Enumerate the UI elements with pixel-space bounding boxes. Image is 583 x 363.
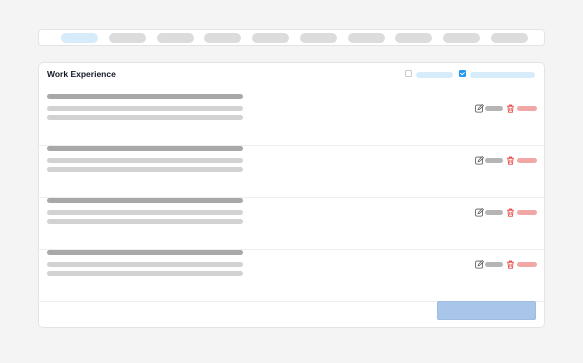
entry-detail-placeholder — [47, 158, 243, 163]
header-checkbox-checked[interactable] — [459, 70, 466, 77]
tab-6[interactable] — [300, 33, 337, 43]
trash-icon[interactable] — [506, 156, 515, 165]
entry-detail-placeholder — [47, 262, 243, 267]
save-button[interactable] — [437, 301, 536, 320]
header-checkbox-unchecked[interactable] — [405, 70, 412, 77]
edit-label-placeholder[interactable] — [485, 158, 503, 163]
tab-3[interactable] — [157, 33, 194, 43]
delete-label-placeholder[interactable] — [517, 210, 537, 215]
tab-2[interactable] — [109, 33, 146, 43]
delete-label-placeholder[interactable] — [517, 158, 537, 163]
edit-icon[interactable] — [475, 208, 484, 217]
entry-detail-placeholder — [47, 271, 243, 276]
entry-detail-placeholder — [47, 219, 243, 224]
entry-detail-placeholder — [47, 167, 243, 172]
tab-8[interactable] — [395, 33, 432, 43]
header-option-label — [416, 72, 453, 78]
work-experience-card: Work Experience — [38, 62, 545, 328]
experience-row — [39, 198, 544, 250]
entry-detail-placeholder — [47, 210, 243, 215]
trash-icon[interactable] — [506, 104, 515, 113]
edit-label-placeholder[interactable] — [485, 262, 503, 267]
tab-10[interactable] — [491, 33, 528, 43]
tab-9[interactable] — [443, 33, 480, 43]
header-option-label — [470, 72, 535, 78]
tab-1[interactable] — [61, 33, 98, 43]
tab-5[interactable] — [252, 33, 289, 43]
edit-icon[interactable] — [475, 156, 484, 165]
entry-title-placeholder — [47, 250, 243, 255]
experience-row — [39, 250, 544, 302]
delete-label-placeholder[interactable] — [517, 262, 537, 267]
tab-7[interactable] — [348, 33, 385, 43]
edit-label-placeholder[interactable] — [485, 106, 503, 111]
tab-4[interactable] — [204, 33, 241, 43]
entry-title-placeholder — [47, 198, 243, 203]
entry-title-placeholder — [47, 94, 243, 99]
section-title: Work Experience — [47, 69, 116, 79]
experience-row — [39, 94, 544, 146]
tab-bar — [38, 29, 545, 46]
edit-icon[interactable] — [475, 104, 484, 113]
experience-row — [39, 146, 544, 198]
trash-icon[interactable] — [506, 260, 515, 269]
edit-icon[interactable] — [475, 260, 484, 269]
entry-detail-placeholder — [47, 115, 243, 120]
delete-label-placeholder[interactable] — [517, 106, 537, 111]
trash-icon[interactable] — [506, 208, 515, 217]
edit-label-placeholder[interactable] — [485, 210, 503, 215]
entry-title-placeholder — [47, 146, 243, 151]
entry-detail-placeholder — [47, 106, 243, 111]
